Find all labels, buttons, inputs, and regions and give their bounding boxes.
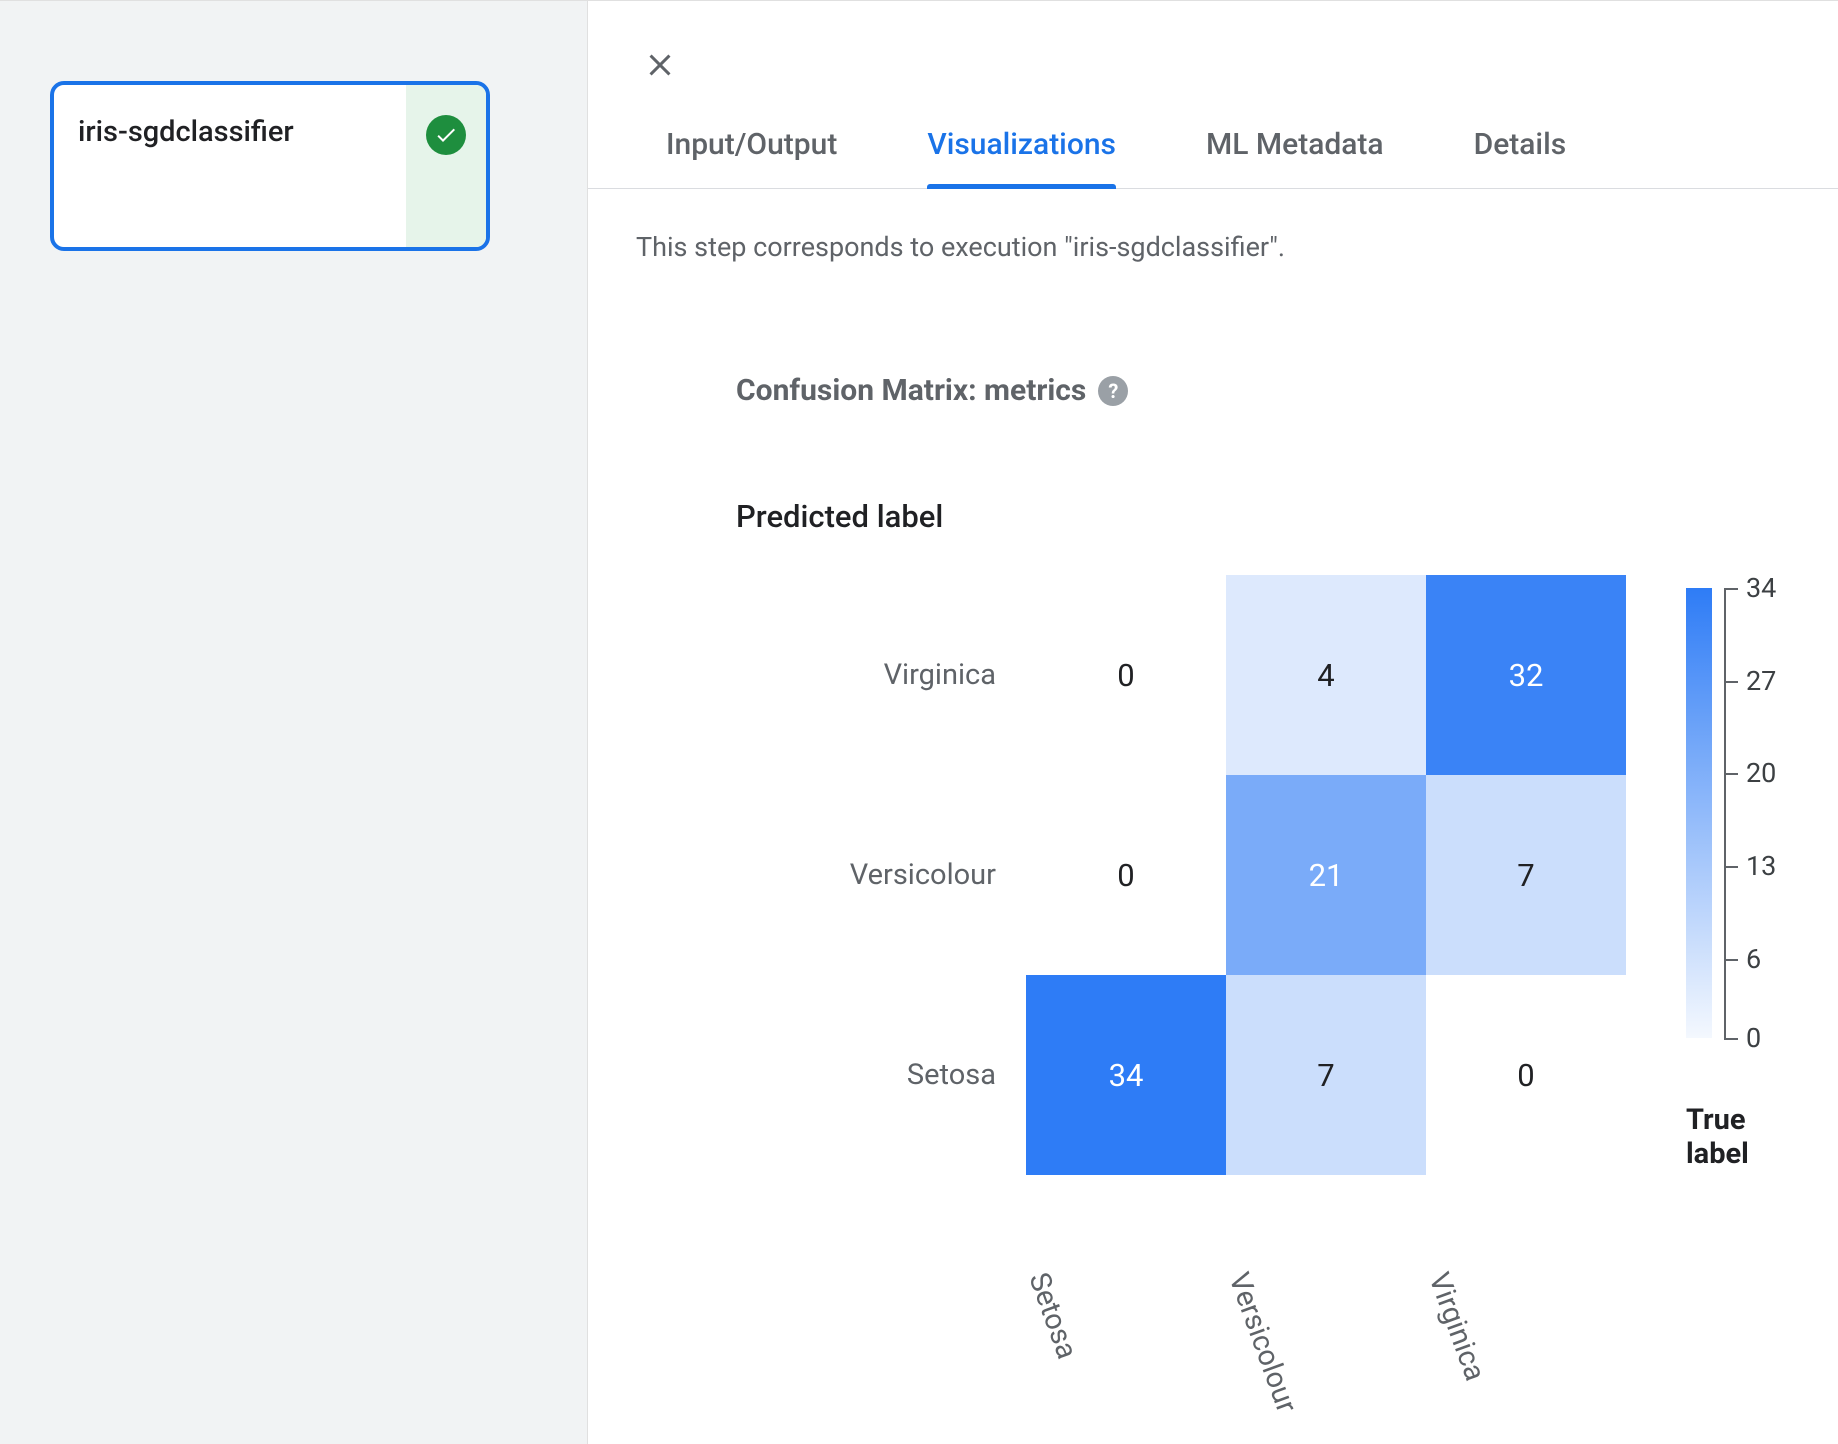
heatmap-cell[interactable]: 0 [1026,575,1226,775]
heatmap-cell[interactable]: 32 [1426,575,1626,775]
tabs-nav: Input/Output Visualizations ML Metadata … [588,109,1838,189]
heatmap-cell[interactable]: 7 [1426,775,1626,975]
step-description-name: "iris-sgdclassifier". [1064,231,1285,263]
heatmap-cell[interactable]: 0 [1426,975,1626,1175]
scale-tick-label: 27 [1746,665,1776,697]
heatmap-cells: 043202173470 [1026,575,1626,1175]
color-scale-bar [1686,588,1712,1038]
column-label: Versicolour [1194,1193,1294,1393]
column-label: Virginica [1394,1193,1494,1393]
y-axis-label: Predicted label [736,498,1790,535]
pipeline-node-status [406,85,486,247]
row-label: Setosa [736,975,1026,1175]
scale-tick-label: 20 [1746,757,1776,789]
confusion-matrix-chart: Predicted label VirginicaVersicolourSeto… [736,498,1790,1227]
step-description: This step corresponds to execution "iris… [636,231,1790,263]
sidebar-panel: iris-sgdclassifier [0,1,588,1444]
heatmap-cell[interactable]: 0 [1026,775,1226,975]
scale-tick-label: 13 [1746,850,1776,882]
help-icon[interactable]: ? [1098,376,1128,406]
tab-details[interactable]: Details [1474,109,1567,188]
success-check-icon [426,115,466,155]
row-label: Virginica [736,575,1026,775]
row-label: Versicolour [736,775,1026,975]
pipeline-node-card[interactable]: iris-sgdclassifier [50,81,490,251]
scale-tick-label: 34 [1746,572,1776,604]
confusion-matrix-title-text: Confusion Matrix: metrics [736,373,1086,408]
close-panel-button[interactable] [636,41,684,89]
column-labels: SetosaVersicolourVirginica [1026,1193,1790,1227]
row-labels: VirginicaVersicolourSetosa [736,575,1026,1175]
tab-visualizations[interactable]: Visualizations [927,109,1116,188]
x-axis-label: True label [1686,1103,1786,1171]
pipeline-node-title: iris-sgdclassifier [78,115,382,149]
heatmap-cell[interactable]: 34 [1026,975,1226,1175]
detail-panel: Input/Output Visualizations ML Metadata … [588,1,1838,1444]
heatmap-cell[interactable]: 21 [1226,775,1426,975]
step-description-prefix: This step corresponds to execution [636,231,1064,263]
heatmap-cell[interactable]: 7 [1226,975,1426,1175]
scale-tick-label: 6 [1746,943,1761,975]
heatmap-cell[interactable]: 4 [1226,575,1426,775]
close-icon [642,47,678,83]
scale-tick-label: 0 [1746,1022,1761,1054]
color-scale-axis: 3427201360 [1724,588,1726,1038]
color-legend: 3427201360 [1686,588,1726,1038]
tab-input-output[interactable]: Input/Output [666,109,837,188]
column-label: Setosa [994,1193,1094,1393]
confusion-matrix-title: Confusion Matrix: metrics ? [736,373,1790,408]
tab-ml-metadata[interactable]: ML Metadata [1206,109,1384,188]
